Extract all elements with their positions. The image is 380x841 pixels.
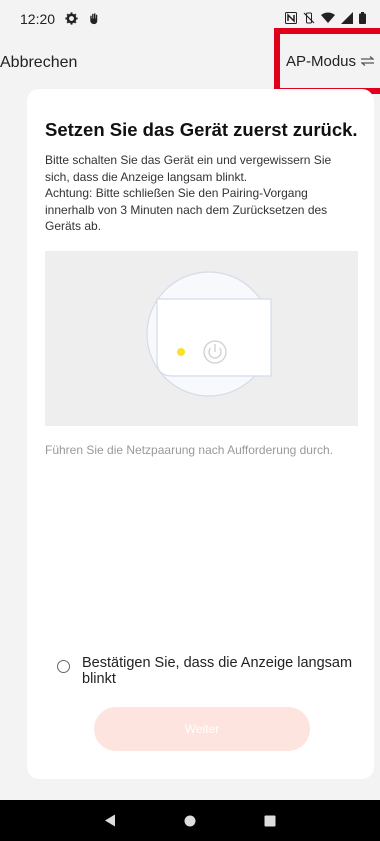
status-right — [285, 11, 366, 27]
status-time: 12:20 — [20, 11, 56, 27]
gear-icon — [65, 11, 78, 27]
navigation-bar — [0, 800, 380, 841]
instruction-text: Bitte schalten Sie das Gerät ein und ver… — [45, 152, 357, 235]
device-reset-illustration — [146, 271, 272, 397]
confirm-checkbox-row[interactable]: Bestätigen Sie, dass die Anzeige langsam… — [57, 655, 377, 687]
vibrate-off-icon — [303, 12, 315, 27]
confirm-label: Bestätigen Sie, dass die Anzeige langsam… — [82, 655, 353, 687]
wifi-icon — [321, 12, 335, 27]
nfc-icon — [285, 11, 297, 27]
next-button[interactable]: Weiter — [94, 707, 310, 751]
home-icon[interactable] — [180, 811, 200, 831]
pairing-note: Führen Sie die Netzpaarung nach Aufforde… — [45, 443, 333, 457]
indicator-light-icon — [177, 348, 185, 356]
cancel-button[interactable]: Abbrechen — [0, 54, 77, 72]
confirm-radio[interactable] — [57, 660, 70, 673]
ap-mode-label: AP-Modus — [285, 52, 357, 70]
instruction-paragraph-2: Achtung: Bitte schließen Sie den Pairing… — [45, 186, 328, 233]
recents-icon[interactable] — [260, 811, 280, 831]
status-left: 12:20 — [20, 11, 100, 27]
header: Abbrechen AP-Modus — [0, 28, 380, 94]
hand-icon — [88, 12, 100, 27]
battery-icon — [359, 11, 366, 27]
back-icon[interactable] — [100, 811, 120, 831]
swap-icon — [360, 54, 375, 69]
ap-mode-button[interactable]: AP-Modus — [274, 28, 380, 94]
page-title: Setzen Sie das Gerät zuerst zurück. — [45, 119, 358, 140]
instruction-card: Setzen Sie das Gerät zuerst zurück. Bitt… — [27, 89, 374, 779]
signal-icon — [341, 11, 353, 27]
device-illustration — [45, 251, 358, 426]
instruction-paragraph-1: Bitte schalten Sie das Gerät ein und ver… — [45, 153, 332, 184]
